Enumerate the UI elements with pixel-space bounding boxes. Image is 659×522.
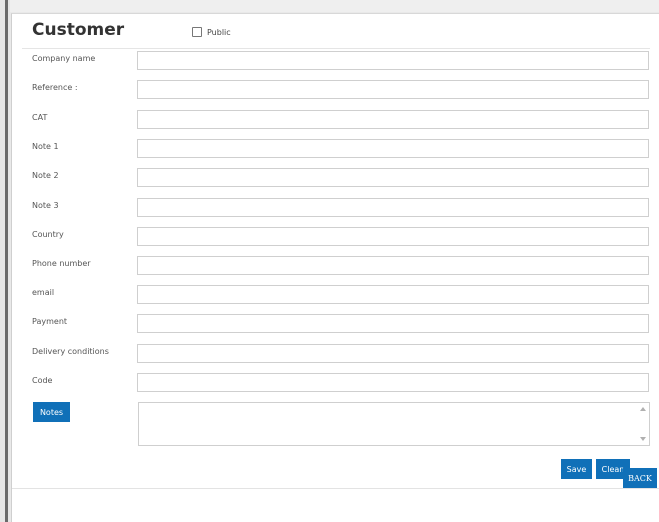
window-edge bbox=[0, 0, 10, 522]
notes-textarea[interactable] bbox=[138, 402, 650, 446]
payment-input[interactable] bbox=[137, 314, 649, 333]
scroll-up-icon[interactable] bbox=[640, 407, 646, 411]
form-row-cat: CAT bbox=[32, 110, 652, 130]
back-button[interactable]: BACK bbox=[623, 468, 657, 488]
form-row-country: Country bbox=[32, 227, 652, 247]
note-3-label: Note 3 bbox=[32, 201, 59, 210]
background-strip bbox=[0, 0, 659, 12]
email-input[interactable] bbox=[137, 285, 649, 304]
code-input[interactable] bbox=[137, 373, 649, 392]
code-label: Code bbox=[32, 376, 53, 385]
country-input[interactable] bbox=[137, 227, 649, 246]
note-3-input[interactable] bbox=[137, 198, 649, 217]
public-checkbox[interactable] bbox=[192, 27, 202, 37]
payment-label: Payment bbox=[32, 317, 68, 326]
country-label: Country bbox=[32, 230, 64, 239]
form-row-code: Code bbox=[32, 373, 652, 393]
notes-button[interactable]: Notes bbox=[33, 402, 70, 422]
delivery-conditions-label: Delivery conditions bbox=[32, 347, 109, 356]
form-row-reference: Reference : bbox=[32, 80, 652, 100]
form-row-note-3: Note 3 bbox=[32, 198, 652, 218]
title-divider bbox=[22, 48, 650, 49]
note-1-label: Note 1 bbox=[32, 142, 59, 151]
window-edge-bar bbox=[5, 0, 8, 522]
note-1-input[interactable] bbox=[137, 139, 649, 158]
form-row-delivery-conditions: Delivery conditions bbox=[32, 344, 652, 364]
form-row-phone-number: Phone number bbox=[32, 256, 652, 276]
form-row-note-1: Note 1 bbox=[32, 139, 652, 159]
cat-input[interactable] bbox=[137, 110, 649, 129]
note-2-input[interactable] bbox=[137, 168, 649, 187]
note-2-label: Note 2 bbox=[32, 171, 59, 180]
save-button[interactable]: Save bbox=[561, 459, 592, 479]
reference-label: Reference : bbox=[32, 83, 78, 92]
company-name-input[interactable] bbox=[137, 51, 649, 70]
phone-number-label: Phone number bbox=[32, 259, 91, 268]
company-name-label: Company name bbox=[32, 54, 96, 63]
form-row-payment: Payment bbox=[32, 314, 652, 334]
email-label: email bbox=[32, 288, 55, 297]
phone-number-input[interactable] bbox=[137, 256, 649, 275]
public-label: Public bbox=[207, 27, 231, 37]
form-row-note-2: Note 2 bbox=[32, 168, 652, 188]
form-row-email: email bbox=[32, 285, 652, 305]
scroll-down-icon[interactable] bbox=[640, 437, 646, 441]
dialog-title: Customer bbox=[32, 20, 125, 40]
footer-divider bbox=[12, 488, 659, 489]
customer-dialog: Customer Public Company name Reference :… bbox=[11, 13, 659, 522]
delivery-conditions-input[interactable] bbox=[137, 344, 649, 363]
public-checkbox-wrapper[interactable]: Public bbox=[192, 27, 231, 37]
cat-label: CAT bbox=[32, 113, 48, 122]
form-row-company-name: Company name bbox=[32, 51, 652, 71]
reference-input[interactable] bbox=[137, 80, 649, 99]
